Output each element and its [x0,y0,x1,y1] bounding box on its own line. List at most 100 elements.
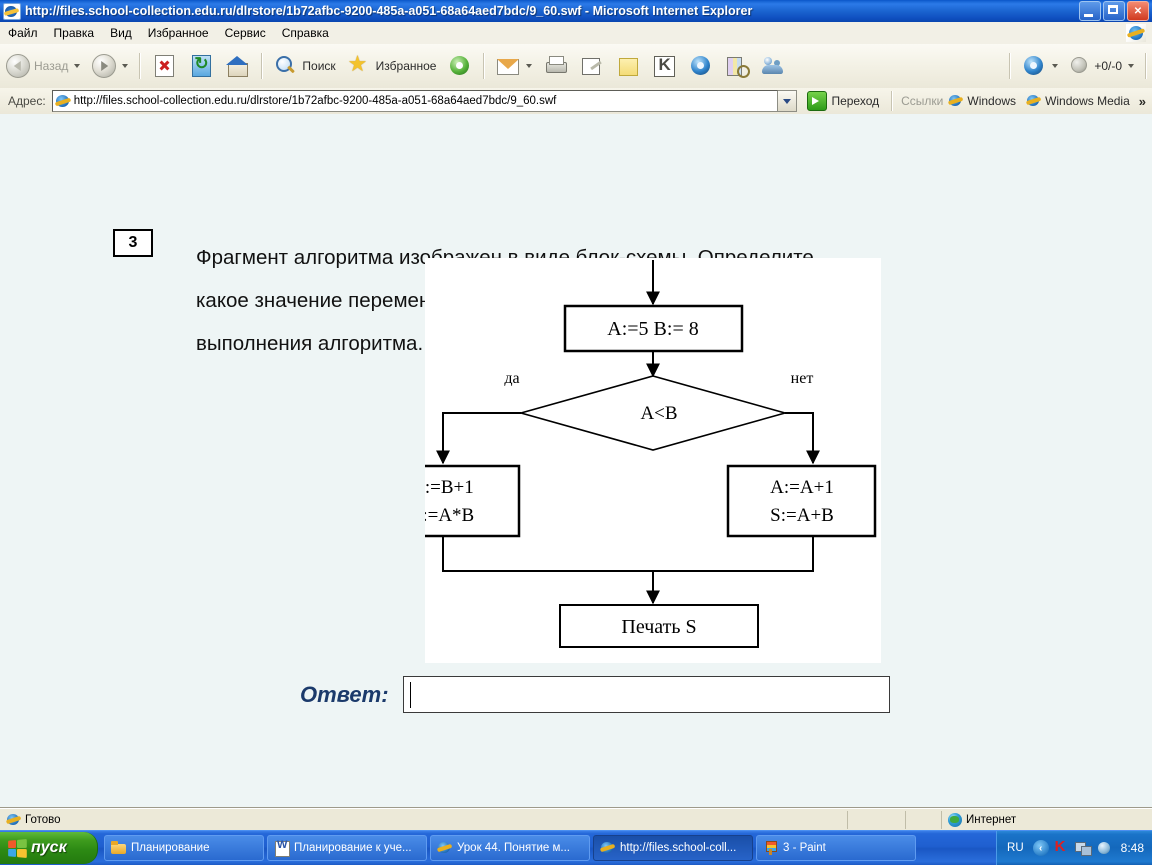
menu-item-file[interactable]: Файл [0,24,46,42]
ie-icon [1026,94,1041,108]
taskbar-item-label: Урок 44. Понятие м... [457,842,571,854]
notes-button[interactable] [610,51,646,81]
address-input[interactable]: http://files.school-collection.edu.ru/dl… [51,90,779,112]
search-label: Поиск [302,59,336,73]
globe-icon [1070,56,1090,76]
toolbar-separator [1009,53,1012,79]
answer-input[interactable] [402,676,890,713]
link-windows[interactable]: Windows [943,92,1021,110]
back-arrow-icon [6,54,30,78]
link-windows-media[interactable]: Windows Media [1021,92,1135,110]
back-label: Назад [34,59,69,73]
taskbar-item-label: Планирование [131,842,210,854]
go-arrow-icon [807,91,828,111]
books-search-icon [725,54,751,78]
stop-button[interactable] [146,51,183,81]
taskbar: пуск Планирование Планирование к уче... … [0,830,1152,865]
answer-label: Ответ: [300,681,389,707]
printer-icon [544,54,568,78]
status-bar: Готово Интернет [0,808,1152,831]
menu-item-tools[interactable]: Сервис [217,24,274,42]
chevron-down-icon[interactable] [74,64,81,68]
toolbar-disc-button[interactable] [1016,51,1064,81]
people-icon [761,54,785,78]
mail-icon [496,54,520,78]
refresh-icon [192,54,212,77]
taskbar-item-urok44[interactable]: Урок 44. Понятие м... [430,835,590,861]
page-content: 3 Фрагмент алгоритма изображен в виде бл… [0,114,1152,808]
link-windows-media-label: Windows Media [1045,94,1130,108]
chevron-down-icon[interactable] [122,64,129,68]
chevron-left-icon[interactable]: ‹ [1032,840,1049,856]
stop-icon [155,55,175,77]
search-button[interactable]: Поиск [268,51,341,81]
edit-button[interactable] [574,51,610,81]
chevron-down-icon[interactable] [1052,64,1059,68]
links-overflow-icon[interactable]: » [1139,94,1146,109]
favorites-button[interactable]: Избранное [342,51,443,81]
answer-row: Ответ: [300,676,890,713]
chevron-down-icon[interactable] [1128,64,1134,68]
start-button[interactable]: пуск [0,832,98,864]
note-icon [616,54,640,78]
menu-item-view[interactable]: Вид [102,24,140,42]
question-number-badge: 3 [113,229,153,257]
maximize-button[interactable] [1103,1,1125,21]
zoom-label: +0/-0 [1094,59,1122,73]
taskbar-items: Планирование Планирование к уче... Урок … [104,835,996,861]
zoom-button[interactable]: +0/-0 [1064,51,1140,81]
toolbar-separator [483,53,486,79]
chevron-down-icon [783,98,792,104]
taskbar-item-paint[interactable]: 3 - Paint [756,835,916,861]
menu-bar: Файл Правка Вид Избранное Сервис Справка [0,22,1152,45]
ie-logo-icon [1126,24,1146,42]
browser-window: http://files.school-collection.edu.ru/dl… [0,0,1152,865]
status-pane-zone[interactable]: Интернет [942,811,1152,829]
go-button[interactable]: Переход [803,89,885,113]
address-bar: Адрес: http://files.school-collection.ed… [0,88,1152,115]
volume-tray-icon[interactable] [1096,840,1112,856]
menu-item-favorites[interactable]: Избранное [140,24,217,42]
menu-item-edit[interactable]: Правка [46,24,103,42]
go-label: Переход [831,94,880,108]
favorites-label: Избранное [375,59,437,73]
ie-icon [600,841,615,855]
minimize-button[interactable] [1079,1,1101,21]
init-block-text: A:=5 B:= 8 [607,318,698,340]
clock[interactable]: 8:48 [1121,841,1144,855]
mail-button[interactable] [490,51,538,81]
title-bar: http://files.school-collection.edu.ru/dl… [0,0,1152,23]
print-button[interactable] [538,51,574,81]
close-button[interactable]: ✕ [1127,1,1149,21]
taskbar-item-word-doc[interactable]: Планирование к уче... [267,835,427,861]
folder-icon [111,841,126,855]
forward-button[interactable] [86,51,134,81]
back-button[interactable]: Назад [0,51,86,81]
taskbar-item-planirovanie-folder[interactable]: Планирование [104,835,264,861]
toolbar-separator [1145,53,1147,79]
refresh-button[interactable] [183,51,220,81]
blue-disc-icon [1022,54,1046,78]
chevron-down-icon[interactable] [526,64,533,68]
messenger-button[interactable] [755,51,791,81]
branch-yes-label: да [504,370,519,387]
text-cursor [409,681,411,708]
forward-arrow-icon [92,54,117,78]
media-button[interactable] [442,51,478,81]
research-button[interactable] [719,51,755,81]
kaspersky-button[interactable] [646,51,683,81]
menu-item-help[interactable]: Справка [274,24,337,42]
flowchart-svg: A:=5 B:= 8 A<B да нет B:=B+1 [425,260,877,648]
taskbar-item-current-browser[interactable]: http://files.school-coll... [593,835,753,861]
home-button[interactable] [220,51,256,81]
network-tray-icon[interactable] [1074,840,1092,856]
edit-page-icon [580,54,604,78]
kaspersky-tray-icon[interactable] [1054,838,1070,856]
star-icon [348,51,372,78]
address-dropdown-button[interactable] [778,90,798,112]
yes-block-line1: B:=B+1 [425,477,474,498]
language-indicator[interactable]: RU [1007,842,1024,854]
taskbar-item-label: Планирование к уче... [294,842,412,854]
ie-icon [948,94,963,108]
messenger-disc-button[interactable] [683,51,719,81]
